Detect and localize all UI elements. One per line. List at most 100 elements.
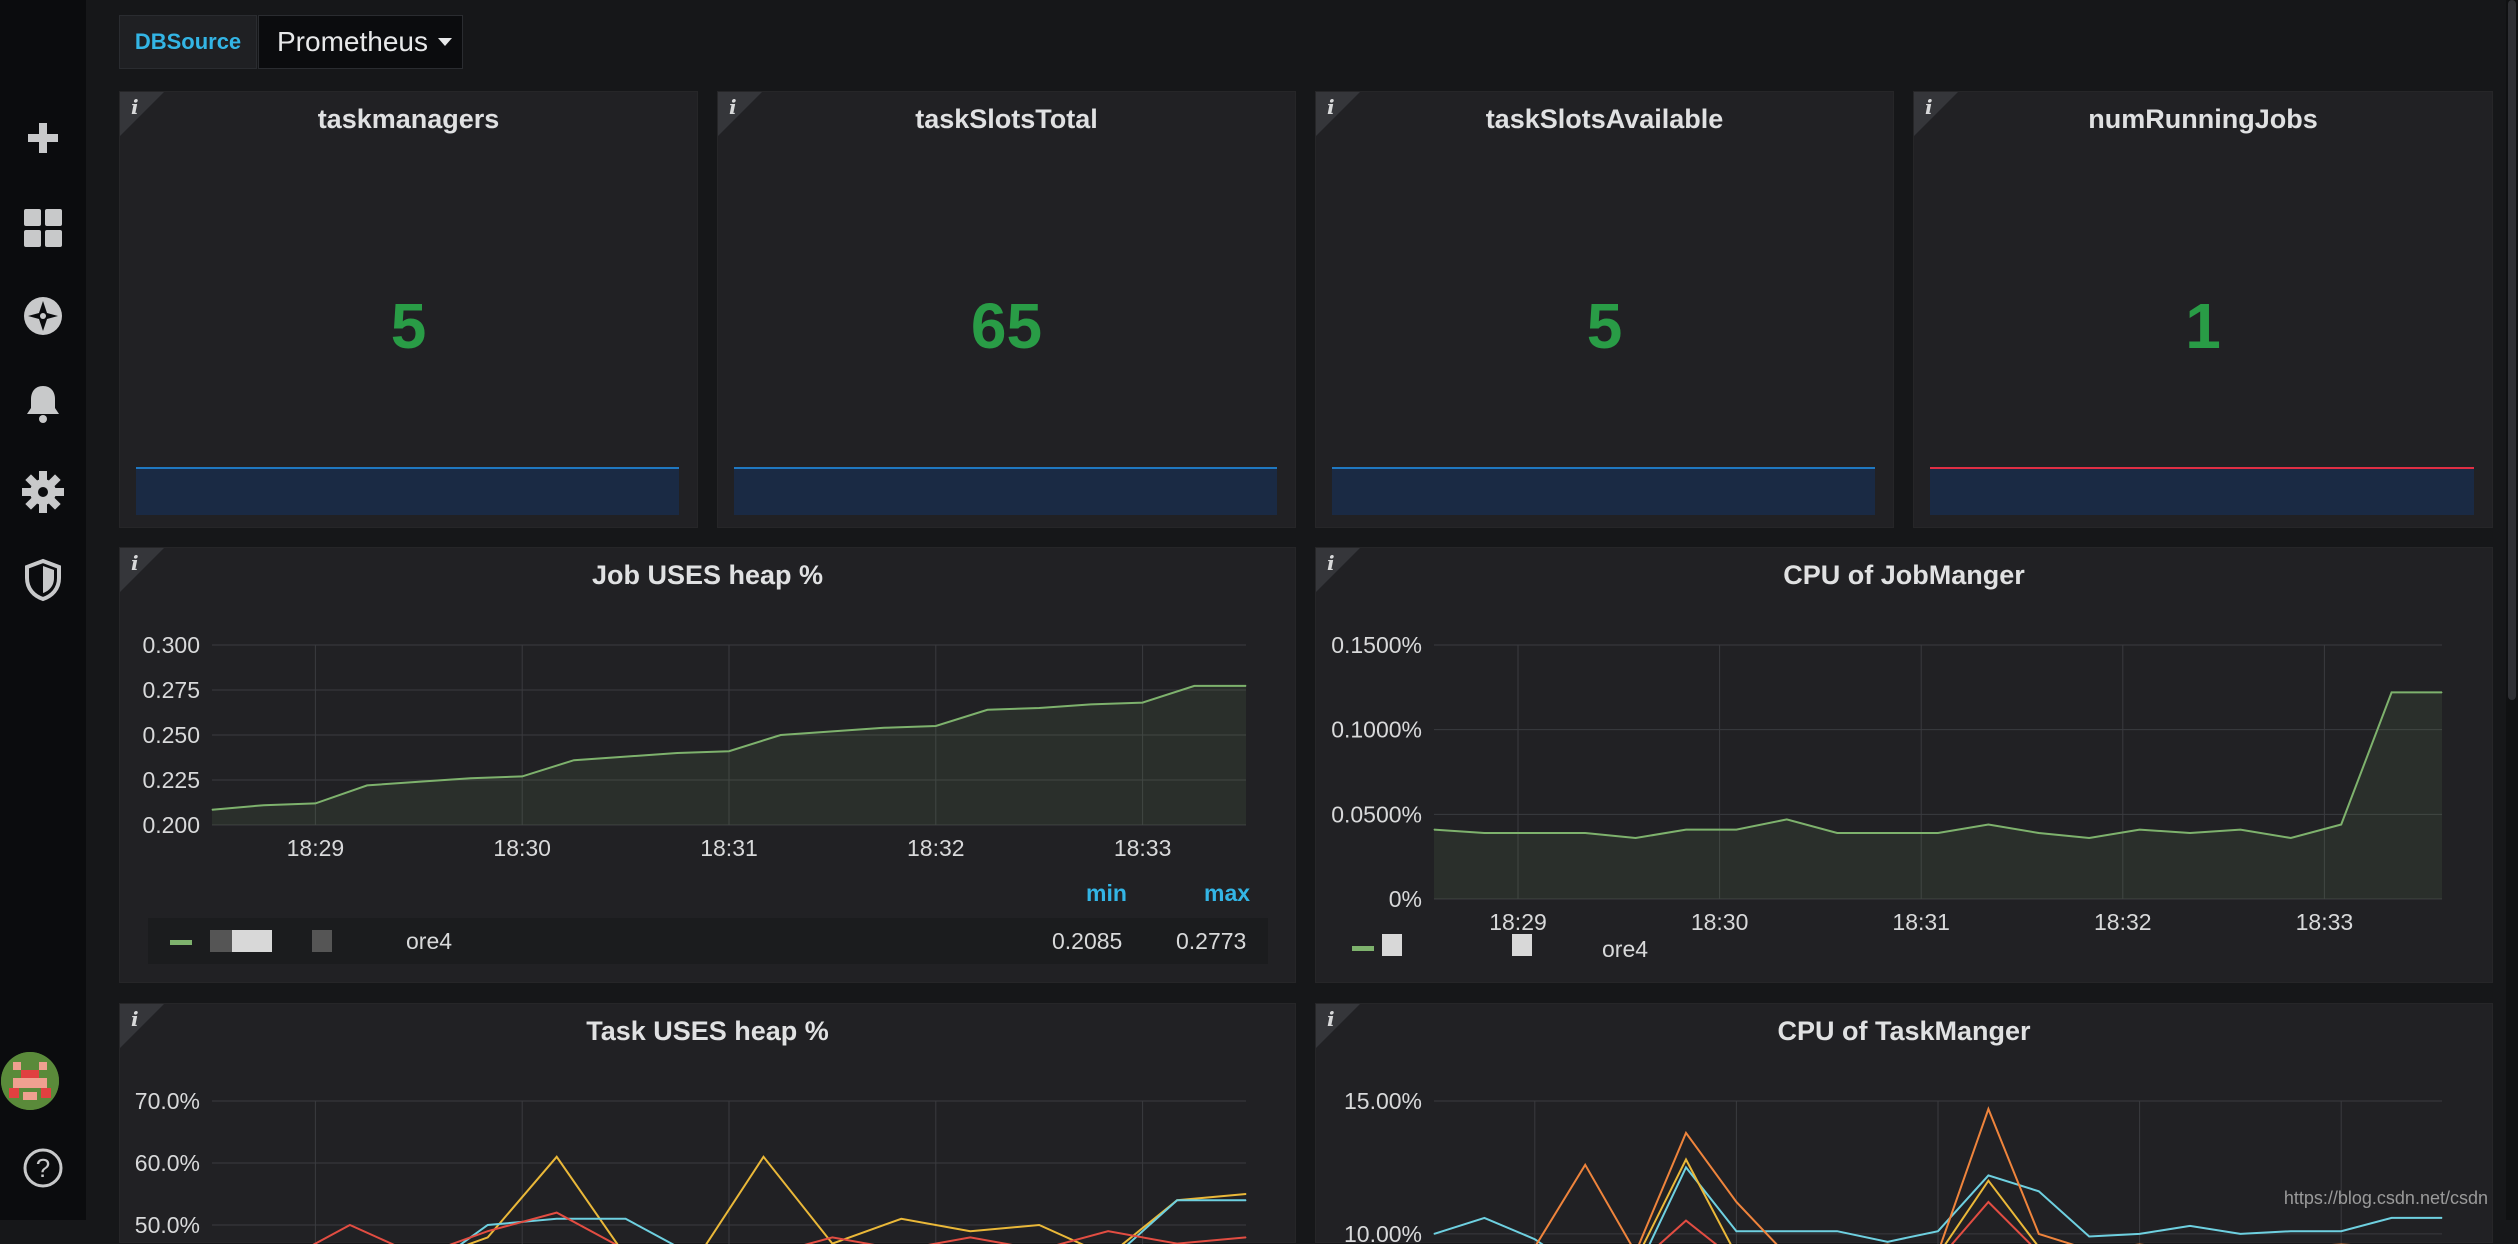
y-tick-label: 60.0% xyxy=(135,1150,200,1176)
panel-title[interactable]: Task USES heap % xyxy=(120,1016,1295,1047)
scrollbar-thumb[interactable] xyxy=(2508,0,2516,700)
panel-title[interactable]: taskmanagers xyxy=(120,104,697,135)
data-point xyxy=(677,753,678,754)
data-point xyxy=(1246,1200,1247,1201)
data-point xyxy=(1635,838,1636,839)
svg-text:?: ? xyxy=(36,1153,50,1183)
shield-icon[interactable] xyxy=(0,550,86,610)
legend-series-name[interactable]: ore4 xyxy=(406,928,452,955)
legend-series-name[interactable]: ore4 xyxy=(1602,936,1648,963)
legend-min-value: 0.2085 xyxy=(1052,928,1122,955)
data-point xyxy=(1988,1180,1989,1181)
panel-title[interactable]: taskSlotsAvailable xyxy=(1316,104,1893,135)
legend-min-header[interactable]: min xyxy=(1086,880,1127,907)
data-point xyxy=(1938,1231,1939,1232)
graph-panel-task-heap[interactable]: i Task USES heap % 70.0%60.0%50.0% xyxy=(119,1003,1296,1243)
legend-series-row[interactable]: ore4 0.2085 0.2773 xyxy=(148,918,1268,964)
legend-color-swatch[interactable] xyxy=(170,940,192,945)
datasource-select[interactable]: Prometheus xyxy=(258,15,463,69)
data-point xyxy=(418,781,419,782)
bell-icon[interactable] xyxy=(0,374,86,434)
data-point xyxy=(1988,824,1989,825)
stat-value: 5 xyxy=(120,289,697,363)
data-point xyxy=(1194,685,1195,686)
stat-panel-numrunningjobs[interactable]: i numRunningJobs 1 xyxy=(1913,91,2493,528)
plus-icon[interactable] xyxy=(0,108,86,168)
panel-title[interactable]: CPU of JobManger xyxy=(1316,560,2492,591)
legend-series-row[interactable]: ore4 xyxy=(1336,926,1936,972)
data-point xyxy=(780,735,781,736)
y-tick-label: 0.275 xyxy=(142,677,200,703)
panel-title[interactable]: numRunningJobs xyxy=(1914,104,2492,135)
data-point xyxy=(1246,1237,1247,1238)
data-point xyxy=(522,776,523,777)
cpu-taskmanager-chart[interactable]: 15.00% 10.00% xyxy=(1316,1064,2494,1244)
y-tick-label: 0.1000% xyxy=(1331,717,1422,743)
y-tick-label: 15.00% xyxy=(1344,1088,1422,1114)
redacted-block xyxy=(1382,934,1402,956)
data-point xyxy=(1736,1202,1737,1203)
data-point xyxy=(1246,685,1247,686)
help-icon[interactable]: ? xyxy=(0,1138,86,1198)
data-point xyxy=(556,1218,557,1219)
stat-panel-taskslotstotal[interactable]: i taskSlotsTotal 65 xyxy=(717,91,1296,528)
data-point xyxy=(2391,1217,2392,1218)
graph-panel-cpu-jobmanager[interactable]: i CPU of JobManger 0.1500%0.1000%0.0500%… xyxy=(1315,547,2493,983)
data-point xyxy=(1686,1159,1687,1160)
data-point xyxy=(1686,1167,1687,1168)
data-point xyxy=(1887,833,1888,834)
datasource-variable-label: DBSource xyxy=(119,15,257,69)
datasource-selected-value: Prometheus xyxy=(277,26,428,58)
data-point xyxy=(1434,1233,1435,1234)
data-point xyxy=(2038,1233,2039,1234)
task-heap-chart[interactable]: 70.0%60.0%50.0% xyxy=(120,1064,1297,1244)
data-point xyxy=(763,1156,764,1157)
y-tick-label: 50.0% xyxy=(135,1212,200,1238)
data-point xyxy=(832,1237,833,1238)
job-heap-chart[interactable]: 0.3000.2750.2500.2250.20018:2918:3018:31… xyxy=(120,608,1297,918)
data-point xyxy=(1434,829,1435,830)
data-point xyxy=(1938,833,1939,834)
gear-icon[interactable] xyxy=(0,462,86,522)
y-tick-label: 10.00% xyxy=(1344,1221,1422,1244)
avatar[interactable] xyxy=(1,1052,59,1110)
stat-value: 65 xyxy=(718,289,1295,363)
explore-compass-icon[interactable] xyxy=(0,286,86,346)
series-line xyxy=(1434,692,2442,838)
data-point xyxy=(556,1156,557,1157)
data-point xyxy=(2139,1233,2140,1234)
stat-panel-taskmanagers[interactable]: i taskmanagers 5 xyxy=(119,91,698,528)
data-point xyxy=(1686,829,1687,830)
data-point xyxy=(729,751,730,752)
stat-panel-taskslotsavailable[interactable]: i taskSlotsAvailable 5 xyxy=(1315,91,1894,528)
data-point xyxy=(970,1231,971,1232)
page-scrollbar[interactable] xyxy=(2506,0,2518,1220)
data-point xyxy=(625,756,626,757)
x-tick-label: 18:31 xyxy=(700,835,758,861)
cpu-jobmanager-chart[interactable]: 0.1500%0.1000%0.0500%0%18:2918:3018:3118… xyxy=(1316,608,2494,948)
data-point xyxy=(2190,833,2191,834)
panel-title[interactable]: taskSlotsTotal xyxy=(718,104,1295,135)
data-point xyxy=(367,785,368,786)
legend-max-value: 0.2773 xyxy=(1176,928,1246,955)
data-point xyxy=(2290,838,2291,839)
legend-max-header[interactable]: max xyxy=(1204,880,1250,907)
stat-value: 5 xyxy=(1316,289,1893,363)
dashboards-icon[interactable] xyxy=(0,198,86,258)
panel-title[interactable]: CPU of TaskManger xyxy=(1316,1016,2492,1047)
data-point xyxy=(2089,838,2090,839)
data-point xyxy=(935,726,936,727)
watermark-text: https://blog.csdn.net/csdn xyxy=(2284,1188,2488,1209)
legend-color-swatch[interactable] xyxy=(1352,946,1374,951)
redacted-block xyxy=(1512,934,1532,956)
data-point xyxy=(1988,1202,1989,1203)
panel-title[interactable]: Job USES heap % xyxy=(120,560,1295,591)
data-point xyxy=(1837,1231,1838,1232)
y-tick-label: 0.225 xyxy=(142,767,200,793)
x-tick-label: 18:33 xyxy=(1114,835,1172,861)
graph-panel-job-heap[interactable]: i Job USES heap % 0.3000.2750.2500.2250.… xyxy=(119,547,1296,983)
data-point xyxy=(1988,1175,1989,1176)
data-point xyxy=(2139,829,2140,830)
y-tick-label: 0% xyxy=(1389,886,1422,912)
redacted-block xyxy=(232,930,272,952)
